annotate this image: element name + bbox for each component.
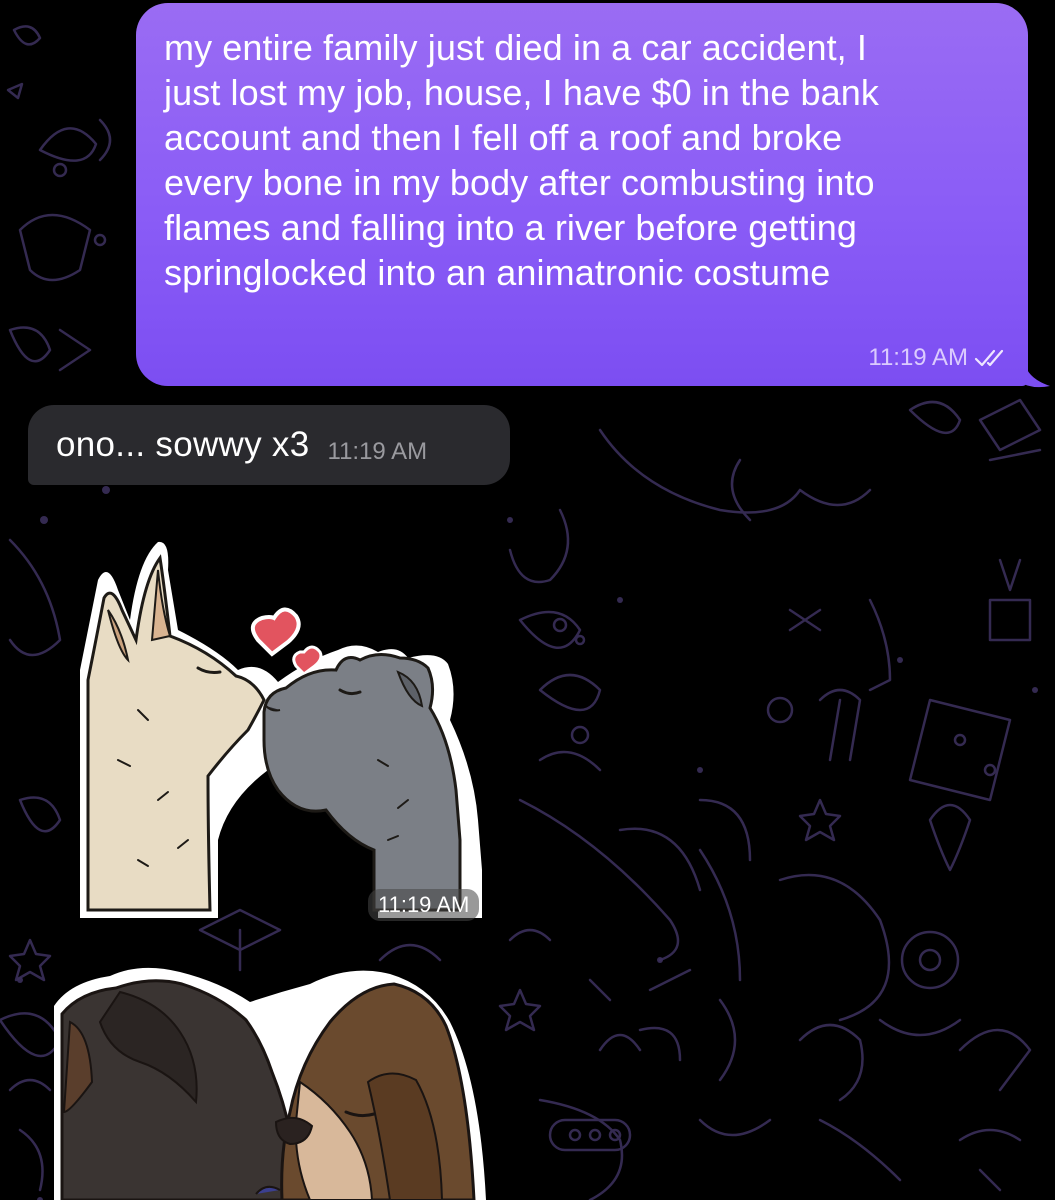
outgoing-message-meta: 11:19 AM	[868, 344, 1006, 372]
kissing-dogs-sticker[interactable]	[50, 962, 490, 1200]
outgoing-message-bubble[interactable]: my entire family just died in a car acci…	[136, 3, 1028, 386]
outgoing-message-time: 11:19 AM	[868, 344, 968, 371]
outgoing-message-line: springlocked into an animatronic costume	[164, 252, 831, 293]
outgoing-message-line: just lost my job, house, I have $0 in th…	[164, 72, 880, 113]
sticker-1-time: 11:19 AM	[368, 889, 480, 921]
double-check-read-icon	[974, 348, 1006, 368]
outgoing-message-text: my entire family just died in a car acci…	[164, 25, 1002, 295]
incoming-message-bubble[interactable]: ono... sowwy x3 11:19 AM	[28, 405, 510, 485]
incoming-message-time: 11:19 AM	[327, 438, 428, 465]
outgoing-message-line: my entire family just died in a car acci…	[164, 27, 867, 68]
outgoing-message-line: flames and falling into a river before g…	[164, 207, 857, 248]
kissing-foxes-sticker[interactable]	[78, 540, 498, 920]
outgoing-message-line: account and then I fell off a roof and b…	[164, 117, 843, 158]
incoming-message-text: ono... sowwy x3	[56, 425, 310, 464]
outgoing-message-line: every bone in my body after combusting i…	[164, 162, 875, 203]
